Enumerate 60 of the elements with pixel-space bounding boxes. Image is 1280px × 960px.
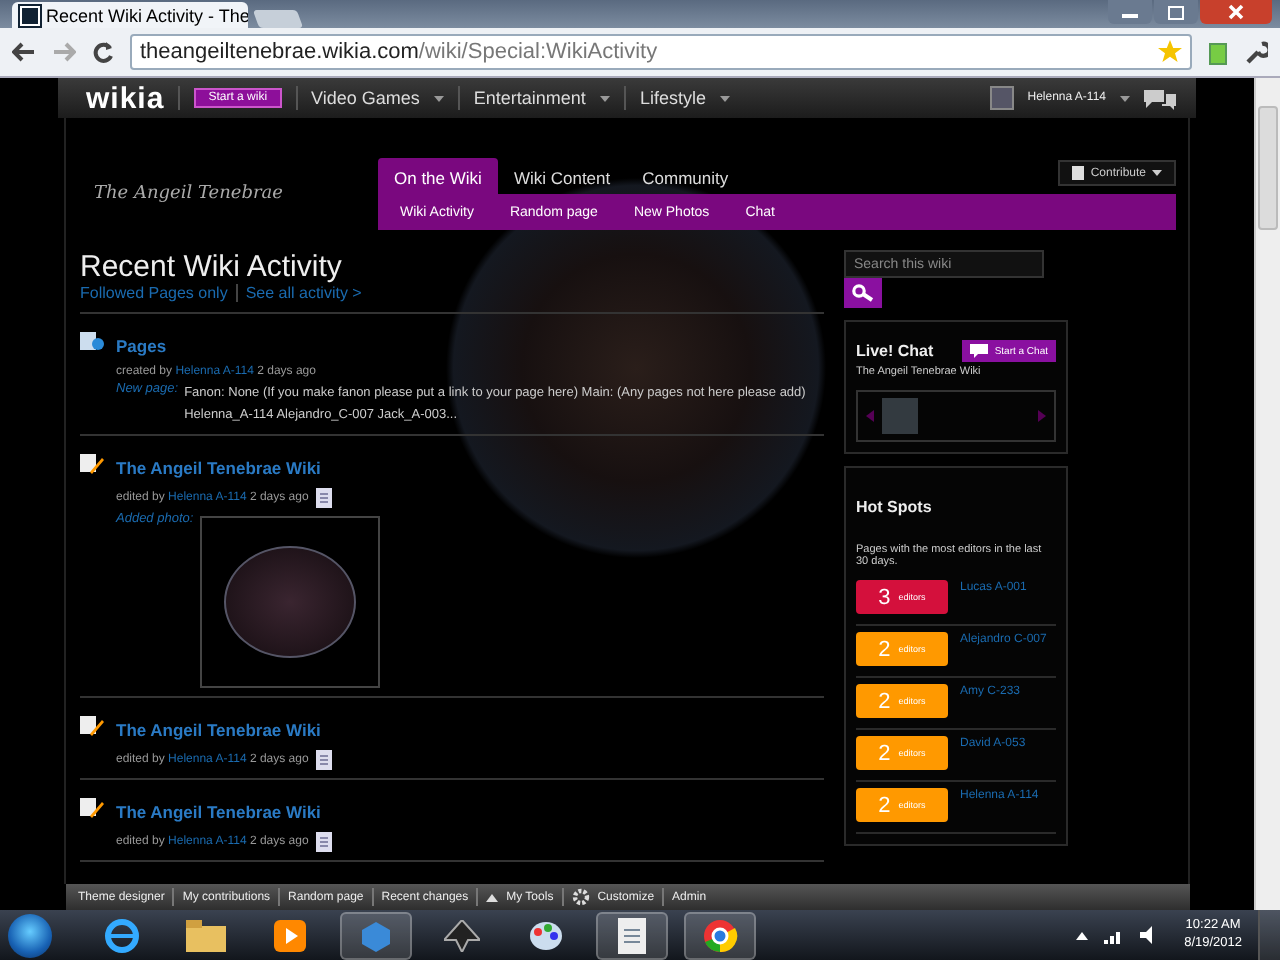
- back-icon[interactable]: [12, 42, 36, 62]
- caret-icon: [486, 893, 499, 901]
- wikia-logo[interactable]: wikia: [86, 81, 165, 115]
- hub-menu[interactable]: Entertainment: [473, 88, 586, 108]
- maximize-button[interactable]: [1154, 0, 1198, 24]
- page-title: Recent Wiki Activity: [80, 250, 344, 284]
- module-title: Live! Chat: [856, 342, 934, 360]
- close-icon: [1228, 4, 1244, 20]
- edit-page-icon: [80, 796, 104, 819]
- browser-tab[interactable]: Recent Wiki Activity - The: [12, 2, 248, 28]
- url-text: theangeiltenebrae.wikia.com/wiki/Special:WikiActivity: [140, 40, 660, 64]
- module-title: Hot Spots: [856, 498, 934, 516]
- nav-tab[interactable]: Community: [626, 158, 745, 194]
- caret-icon: [599, 95, 610, 101]
- wikia-favicon-icon: [20, 5, 40, 25]
- nav-tab[interactable]: Wiki Content: [497, 158, 627, 194]
- star-icon[interactable]: [1158, 40, 1182, 64]
- caret-icon: [719, 95, 730, 101]
- diff-icon[interactable]: [316, 488, 333, 509]
- diff-icon[interactable]: [316, 832, 333, 853]
- wrench-icon[interactable]: [1244, 40, 1268, 64]
- page-link[interactable]: Pages: [116, 336, 167, 356]
- gear-icon: [571, 888, 590, 906]
- new-page-icon: [80, 330, 104, 352]
- edit-page-icon: [80, 714, 104, 737]
- new-tab-button[interactable]: [252, 10, 304, 28]
- caret-icon: [1152, 170, 1162, 176]
- filter-link[interactable]: See all activity >: [245, 284, 362, 302]
- tray-arrow-icon[interactable]: [1076, 931, 1089, 939]
- page-link[interactable]: The Angeil Tenebrae Wiki: [116, 802, 321, 823]
- diff-icon[interactable]: [316, 750, 333, 771]
- avatar-icon: [989, 86, 1014, 110]
- start-button[interactable]: [8, 913, 52, 957]
- edit-page-icon: [80, 452, 104, 475]
- minimize-button[interactable]: [1108, 0, 1152, 24]
- caret-icon: [433, 95, 444, 101]
- notifications-icon[interactable]: [1144, 87, 1176, 109]
- maximize-icon: [1168, 5, 1184, 19]
- hub-menu[interactable]: Video Games: [311, 88, 420, 108]
- close-window-button[interactable]: [1200, 0, 1272, 24]
- hub-menu[interactable]: Lifestyle: [639, 88, 706, 108]
- page-icon: [1072, 166, 1085, 180]
- wiki-name[interactable]: The Angeil Tenebrae: [94, 158, 378, 230]
- address-bar[interactable]: theangeiltenebrae.wikia.com/wiki/Special:WikiActivity: [130, 34, 1192, 70]
- scrollbar[interactable]: [1254, 78, 1280, 910]
- search-icon: [852, 284, 874, 302]
- tab-title: Recent Wiki Activity - The: [46, 5, 248, 25]
- chat-bubble-icon: [970, 344, 989, 358]
- search-button[interactable]: [844, 278, 882, 308]
- chrome-icon[interactable]: [684, 911, 756, 959]
- page-link[interactable]: The Angeil Tenebrae Wiki: [116, 458, 321, 479]
- extension-icon[interactable]: [1208, 39, 1228, 65]
- nav-tab[interactable]: On the Wiki: [378, 158, 498, 194]
- document-icon[interactable]: [596, 911, 668, 959]
- reload-icon[interactable]: [92, 41, 114, 63]
- package-icon[interactable]: [340, 911, 412, 959]
- page-link[interactable]: The Angeil Tenebrae Wiki: [116, 720, 321, 741]
- caret-icon: [1120, 95, 1130, 101]
- filter-link[interactable]: Followed Pages only: [80, 284, 228, 302]
- signal-icon[interactable]: [1104, 927, 1125, 943]
